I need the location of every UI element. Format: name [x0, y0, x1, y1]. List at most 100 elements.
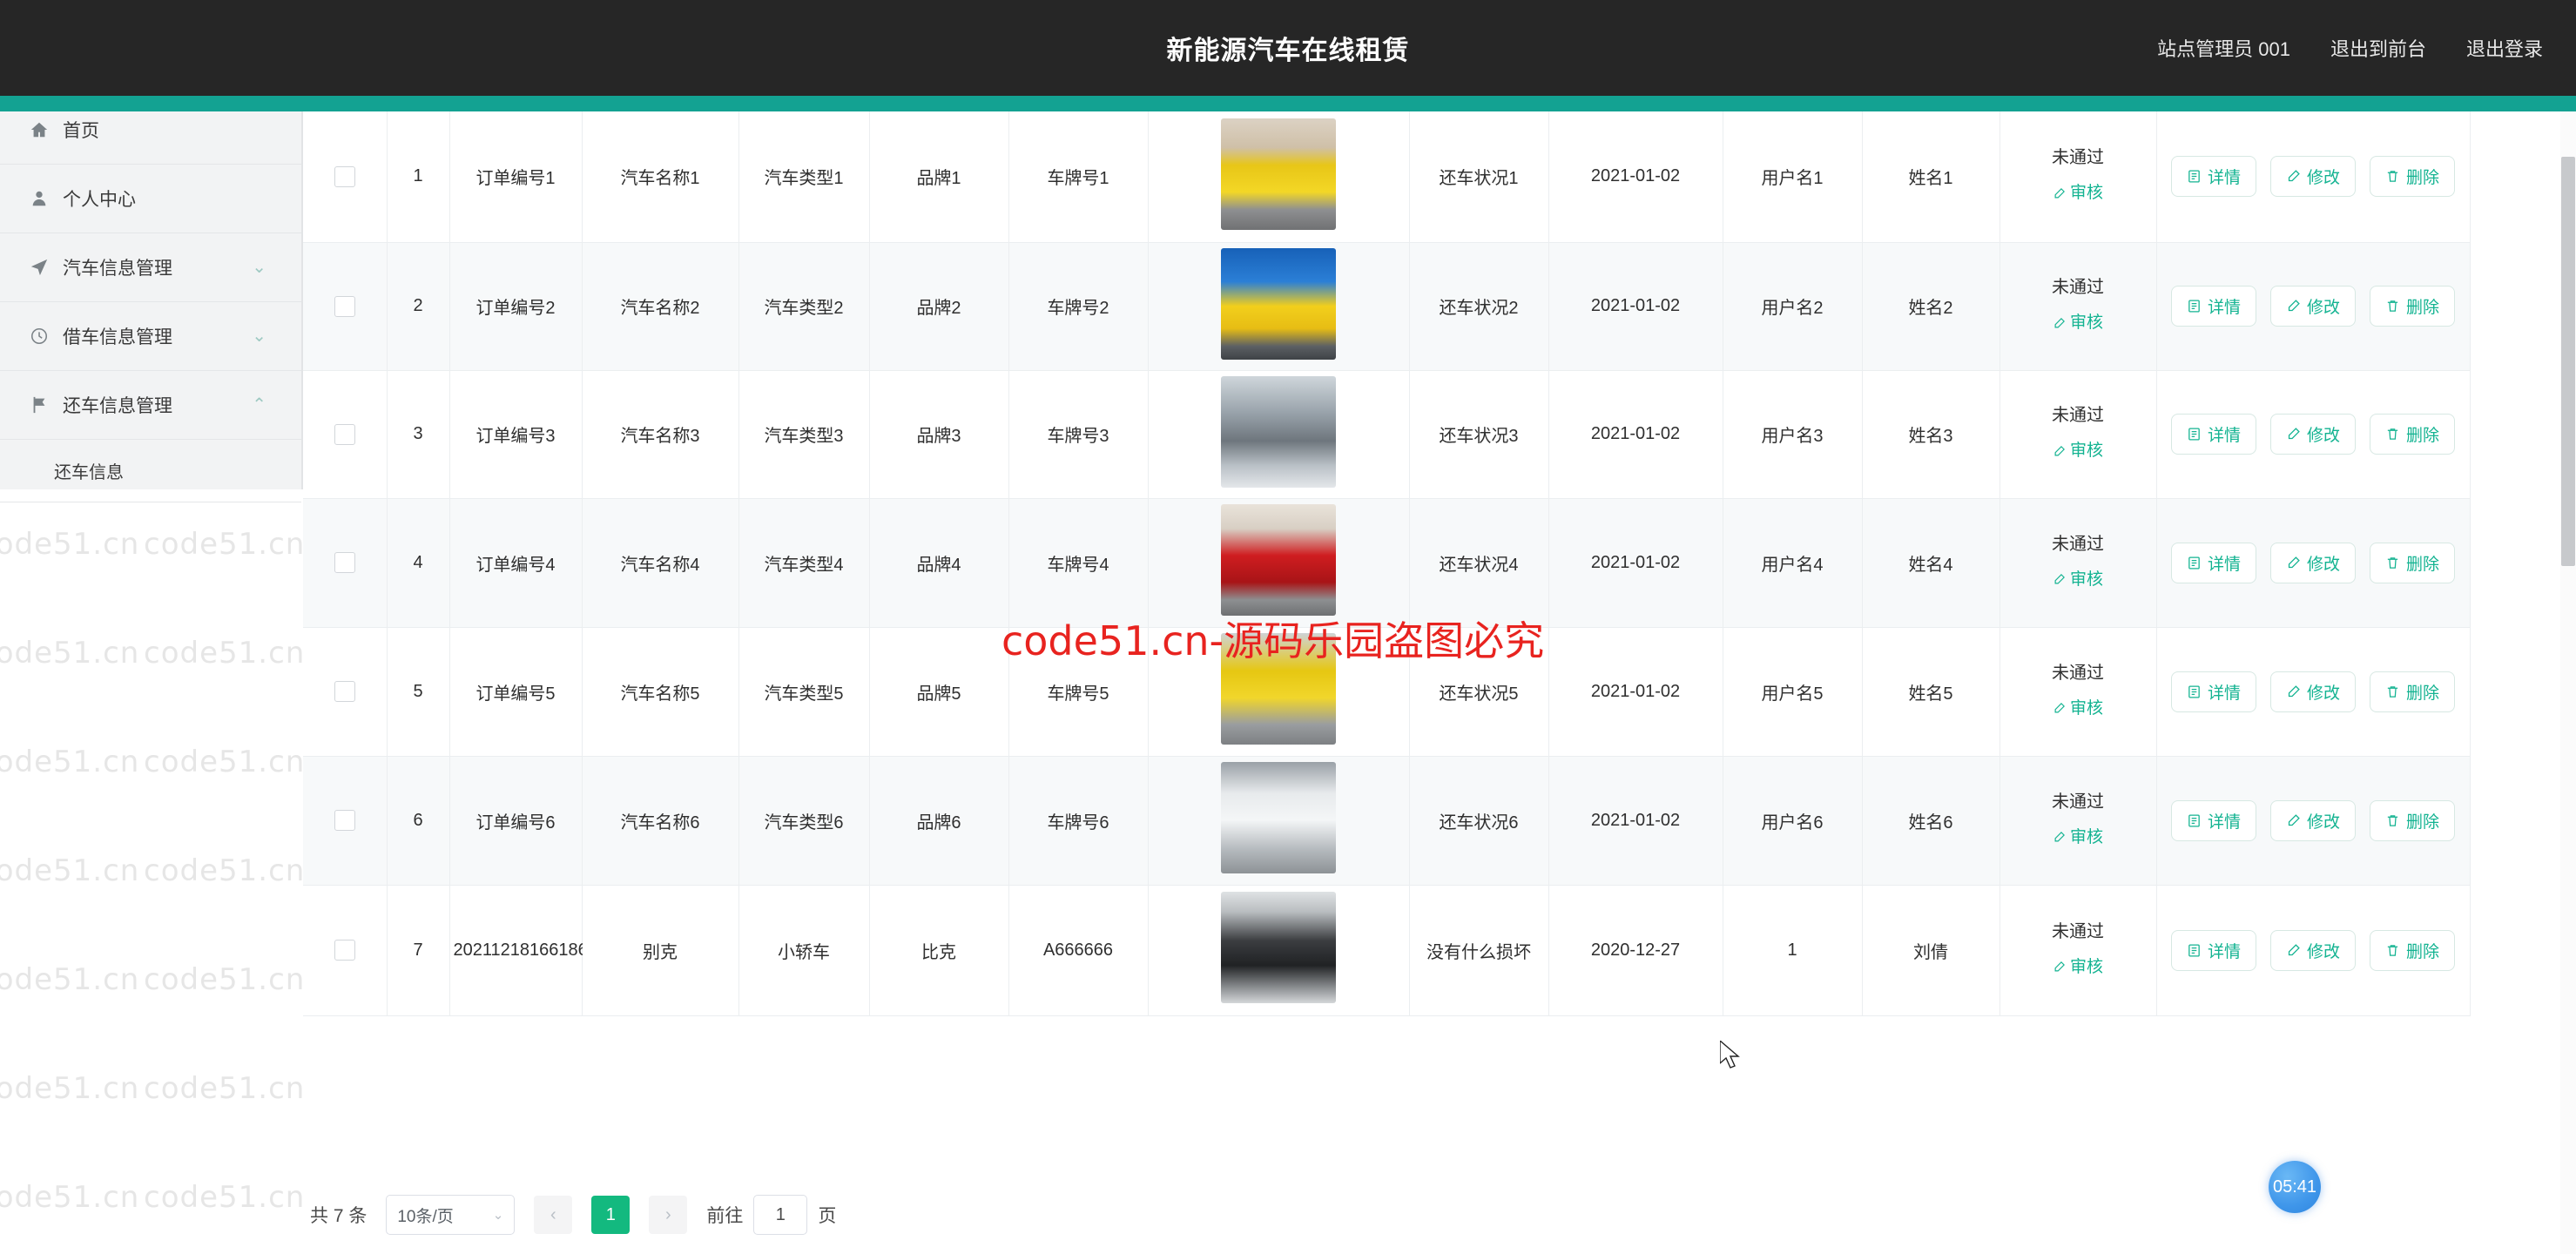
top-header-bar: 新能源汽车在线租赁 站点管理员 001 退出到前台 退出登录 — [0, 0, 2576, 96]
jump-page-input[interactable] — [753, 1195, 808, 1235]
operation-buttons: 详情 修改 删除 — [2161, 542, 2466, 583]
review-link[interactable]: 审核 — [2053, 952, 2103, 983]
sidebar-item-1[interactable]: 个人中心 — [0, 165, 301, 233]
detail-button[interactable]: 详情 — [2170, 156, 2256, 198]
detail-button[interactable]: 详情 — [2170, 929, 2256, 971]
delete-button[interactable]: 删除 — [2370, 799, 2456, 841]
status-badge: 未通过 — [2052, 148, 2104, 168]
row-checkbox[interactable] — [334, 810, 355, 831]
delete-button[interactable]: 删除 — [2370, 414, 2456, 455]
watermark-text: code51.cn — [0, 745, 140, 779]
cell-brand: 品牌3 — [869, 370, 1009, 499]
cell-order-no: 订单编号3 — [449, 370, 583, 499]
clock-icon — [24, 324, 54, 348]
delete-button[interactable]: 删除 — [2370, 286, 2456, 327]
review-link[interactable]: 审核 — [2053, 178, 2103, 209]
prev-page-button[interactable]: ‹ — [534, 1196, 573, 1234]
detail-button[interactable]: 详情 — [2170, 799, 2256, 841]
sidebar: 首页 个人中心 汽车信息管理 ⌄ 借车信息管理 ⌄ 还车信息管理 ⌃ 还车信息 — [0, 96, 303, 502]
car-photo-thumbnail[interactable] — [1221, 247, 1336, 360]
sidebar-item-3[interactable]: 借车信息管理 ⌄ — [0, 302, 301, 371]
edit-button[interactable]: 修改 — [2269, 929, 2356, 971]
review-link[interactable]: 审核 — [2053, 822, 2103, 853]
row-checkbox-cell — [303, 242, 388, 371]
delete-button[interactable]: 删除 — [2370, 929, 2456, 971]
cell-index: 4 — [387, 498, 450, 628]
pagination: 共 7 条 10条/页 ⌄ ‹ 1 › 前往 页 — [310, 1195, 836, 1235]
cell-name: 姓名5 — [1862, 627, 2000, 757]
edit-button[interactable]: 修改 — [2269, 414, 2356, 455]
row-checkbox[interactable] — [334, 295, 355, 317]
row-checkbox[interactable] — [334, 940, 355, 961]
cell-index: 5 — [387, 627, 450, 757]
edit-button[interactable]: 修改 — [2269, 156, 2356, 198]
detail-button[interactable]: 详情 — [2170, 414, 2256, 455]
car-photo-thumbnail[interactable] — [1221, 118, 1336, 230]
operation-buttons: 详情 修改 删除 — [2161, 286, 2466, 327]
cell-operations: 详情 修改 删除 — [2156, 756, 2471, 886]
review-link[interactable]: 审核 — [2053, 307, 2103, 339]
cell-brand: 品牌4 — [869, 498, 1009, 628]
page-number-1[interactable]: 1 — [591, 1196, 631, 1234]
cell-name: 姓名6 — [1862, 756, 2000, 886]
cell-audit-status: 未通过 审核 — [1999, 885, 2157, 1016]
detail-button[interactable]: 详情 — [2170, 286, 2256, 327]
detail-button[interactable]: 详情 — [2170, 542, 2256, 583]
edit-label: 修改 — [2306, 299, 2340, 317]
car-photo-thumbnail[interactable] — [1221, 375, 1336, 488]
row-checkbox[interactable] — [334, 423, 355, 445]
car-photo-thumbnail[interactable] — [1221, 504, 1336, 616]
cell-car-name: 汽车名称2 — [582, 242, 739, 371]
home-icon — [24, 118, 54, 142]
page-size-select[interactable]: 10条/页 ⌄ — [386, 1195, 516, 1235]
session-timer-badge[interactable]: 05:41 — [2269, 1161, 2321, 1213]
cell-username: 用户名3 — [1723, 370, 1863, 499]
user-icon — [24, 186, 54, 211]
review-link[interactable]: 审核 — [2053, 564, 2103, 596]
operation-buttons: 详情 修改 删除 — [2161, 156, 2466, 198]
row-checkbox[interactable] — [334, 165, 355, 187]
cell-brand: 品牌6 — [869, 756, 1009, 886]
edit-button[interactable]: 修改 — [2269, 286, 2356, 327]
sidebar-subitem-0[interactable]: 还车信息 — [0, 440, 301, 502]
cell-audit-status: 未通过 审核 — [1999, 111, 2157, 243]
review-link[interactable]: 审核 — [2053, 435, 2103, 467]
edit-button[interactable]: 修改 — [2269, 671, 2356, 712]
cell-car-name: 汽车名称1 — [582, 111, 739, 243]
row-checkbox[interactable] — [334, 552, 355, 573]
exit-to-front-button[interactable]: 退出到前台 — [2330, 34, 2426, 62]
watermark-text: code51.cn — [0, 1071, 140, 1106]
cell-car-type: 汽车类型6 — [738, 756, 870, 886]
detail-label: 详情 — [2207, 942, 2241, 961]
edit-label: 修改 — [2306, 427, 2340, 445]
review-link[interactable]: 审核 — [2053, 693, 2103, 725]
vertical-scrollbar-thumb[interactable] — [2561, 157, 2575, 566]
car-photo-thumbnail[interactable] — [1221, 892, 1336, 1003]
cell-name: 刘倩 — [1862, 885, 2000, 1016]
edit-button[interactable]: 修改 — [2269, 542, 2356, 583]
delete-button[interactable]: 删除 — [2370, 156, 2456, 198]
send-icon — [24, 255, 54, 280]
sidebar-nav: 首页 个人中心 汽车信息管理 ⌄ 借车信息管理 ⌄ 还车信息管理 ⌃ 还车信息 — [0, 96, 301, 502]
cell-condition: 还车状况1 — [1409, 111, 1549, 243]
delete-button[interactable]: 删除 — [2370, 671, 2456, 712]
car-photo-thumbnail[interactable] — [1221, 633, 1336, 745]
accent-strip — [0, 96, 2576, 111]
next-page-button[interactable]: › — [649, 1196, 688, 1234]
operation-buttons: 详情 修改 删除 — [2161, 414, 2466, 455]
logout-button[interactable]: 退出登录 — [2466, 34, 2543, 62]
cell-car-name: 汽车名称3 — [582, 370, 739, 499]
sidebar-item-2[interactable]: 汽车信息管理 ⌄ — [0, 233, 301, 302]
status-badge: 未通过 — [2052, 406, 2104, 426]
sidebar-item-4[interactable]: 还车信息管理 ⌃ — [0, 371, 301, 440]
car-photo-thumbnail[interactable] — [1221, 762, 1336, 873]
edit-button[interactable]: 修改 — [2269, 799, 2356, 841]
delete-label: 删除 — [2406, 169, 2440, 188]
total-count-label: 共 7 条 — [310, 1206, 368, 1226]
delete-button[interactable]: 删除 — [2370, 542, 2456, 583]
row-checkbox[interactable] — [334, 681, 355, 702]
detail-label: 详情 — [2207, 555, 2241, 574]
cell-order-no: 订单编号2 — [449, 242, 583, 371]
cell-condition: 没有什么损坏 — [1409, 885, 1549, 1016]
detail-button[interactable]: 详情 — [2170, 671, 2256, 712]
